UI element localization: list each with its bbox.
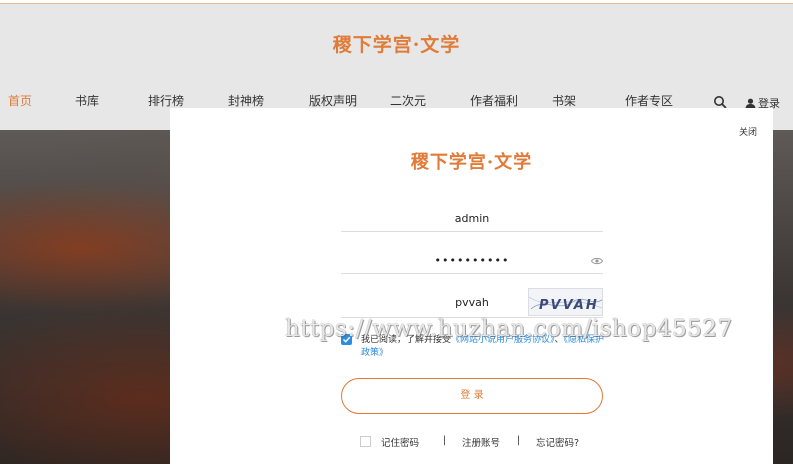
site-logo[interactable]: 稷下学宫·文学 <box>0 30 793 57</box>
modal-logo: 稷下学宫·文学 <box>410 152 533 173</box>
user-agreement-link[interactable]: 《网站小说用户服务协议》 <box>451 335 555 345</box>
user-icon <box>745 98 756 109</box>
remember-checkbox[interactable] <box>360 436 371 447</box>
login-modal: 关闭 稷下学宫·文学 PVVAH <box>170 108 773 464</box>
password-input[interactable] <box>341 248 603 273</box>
agree-text: 我已阅读，了解并接受《网站小说用户服务协议》、《隐私保护政策》 <box>361 334 611 360</box>
close-button[interactable]: 关闭 <box>739 125 757 138</box>
divider-2: | <box>517 435 521 446</box>
password-field <box>341 248 603 274</box>
nav-item-author-benefits[interactable]: 作者福利 <box>470 92 518 109</box>
remember-label: 记住密码 <box>381 438 420 449</box>
agree-prefix: 我已阅读，了解并接受 <box>361 335 452 345</box>
eye-icon[interactable] <box>591 256 603 266</box>
captcha-graphic: PVVAH <box>529 296 602 313</box>
nav-item-home[interactable]: 首页 <box>8 92 32 109</box>
checkmark-icon <box>342 336 351 343</box>
page: 稷下学宫·文学 首页 书库 排行榜 封神榜 版权声明 二次元 作者福利 书架 作… <box>0 0 793 464</box>
captcha-field: PVVAH <box>341 288 603 318</box>
captcha-text: PVVAH <box>539 298 599 313</box>
nav-item-ranking[interactable]: 排行榜 <box>148 92 184 109</box>
agree-checkbox[interactable] <box>341 334 352 345</box>
nav-item-copyright[interactable]: 版权声明 <box>309 92 357 109</box>
nav-item-library[interactable]: 书库 <box>75 92 99 109</box>
nav-item-author-zone[interactable]: 作者专区 <box>625 92 673 109</box>
captcha-image[interactable]: PVVAH <box>528 288 603 316</box>
username-input[interactable] <box>341 206 603 231</box>
divider-1: | <box>443 435 447 446</box>
agree-separator: 、 <box>554 335 564 345</box>
nav-item-anime[interactable]: 二次元 <box>390 92 426 109</box>
nav-item-bookshelf[interactable]: 书架 <box>552 92 576 109</box>
forgot-password-link[interactable]: 忘记密码? <box>536 435 579 449</box>
login-button[interactable]: 登 录 <box>341 378 603 414</box>
search-icon[interactable] <box>713 95 727 109</box>
username-field <box>341 206 603 232</box>
register-link[interactable]: 注册账号 <box>462 435 500 449</box>
nav-item-hall-of-fame[interactable]: 封神榜 <box>228 92 264 109</box>
